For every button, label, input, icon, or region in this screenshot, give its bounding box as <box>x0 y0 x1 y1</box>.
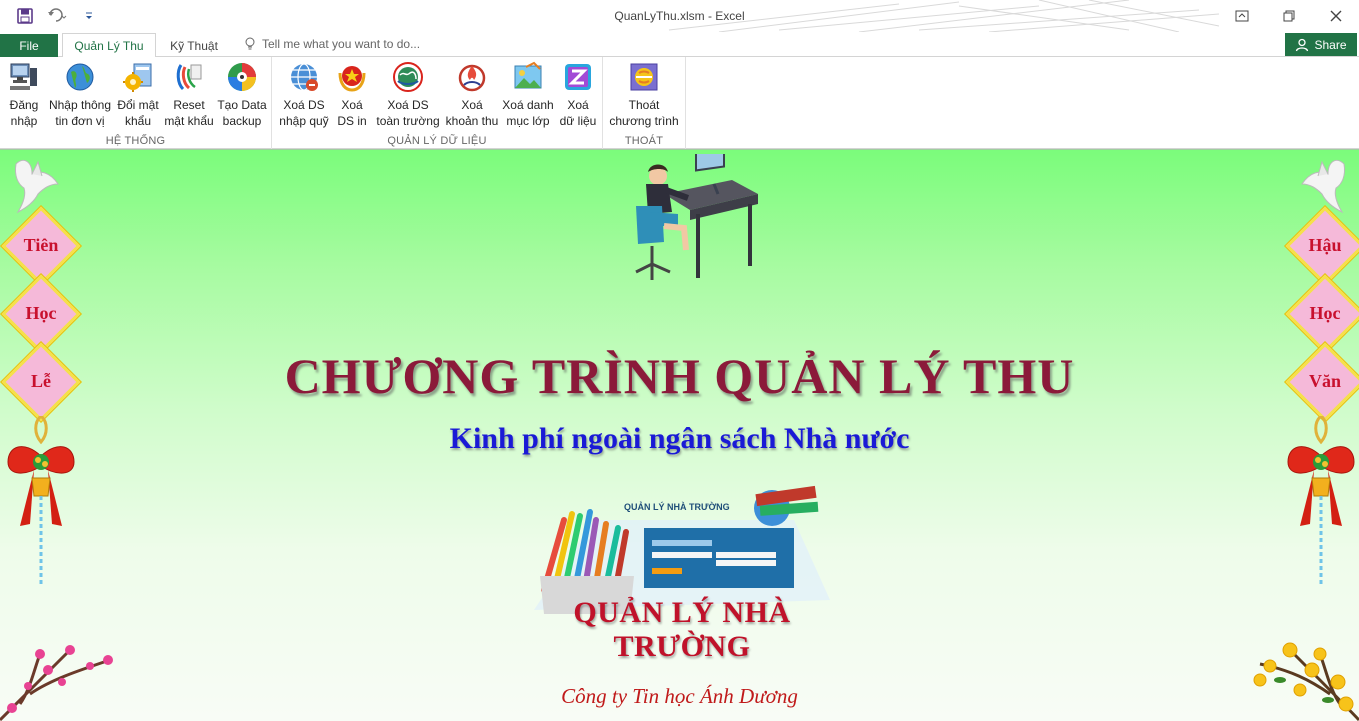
tab-ky-thuat[interactable]: Kỹ Thuật <box>160 33 228 58</box>
couplet-left-2: Học <box>25 303 57 323</box>
ribbon: Đăng nhập Nhập thông tin đơn vị Đổi mật khẩ… <box>0 57 1359 149</box>
xoa-ds-nhap-quy-button[interactable]: Xoá DS nhập quỹ <box>276 61 332 129</box>
person-at-computer-illustration <box>635 154 758 280</box>
dang-nhap-label: Đăng nhập <box>9 98 39 128</box>
z-letter-icon <box>562 61 594 93</box>
xoa-ds-in-button[interactable]: Xoá DS in <box>332 61 372 129</box>
computer-login-icon <box>8 61 40 93</box>
reset-mat-khau-button[interactable]: Reset mật khẩu <box>162 61 216 129</box>
emblem-icon <box>336 61 368 93</box>
group-label-he-thong: HỆ THỐNG <box>105 135 166 147</box>
window-controls <box>1218 0 1359 32</box>
thoat-chuong-trinh-button[interactable]: Thoát chương trình <box>607 61 681 129</box>
ribbon-display-options-icon[interactable] <box>1218 0 1265 32</box>
xoa-ds-in-label: Xoá DS in <box>337 98 367 128</box>
tab-file[interactable]: File <box>0 34 58 57</box>
tao-data-backup-button[interactable]: Tạo Data backup <box>216 61 268 129</box>
dang-nhap-button[interactable]: Đăng nhập <box>4 61 44 129</box>
group-thoat: Thoát chương trình THOÁT <box>603 57 686 149</box>
world-emblem-icon <box>392 61 424 93</box>
couplet-right-1: Hậu <box>1308 235 1342 255</box>
xoa-ds-toan-truong-label: Xoá DS toàn trường <box>376 98 440 128</box>
person-icon <box>1296 38 1309 51</box>
globe-icon <box>64 61 96 93</box>
window-title: QuanLyThu.xlsm - Excel <box>614 9 745 23</box>
share-label: Share <box>1314 37 1347 52</box>
dove-icon <box>15 159 59 214</box>
group-quan-ly-du-lieu: Xoá DS nhập quỹ Xoá DS in Xoá DS toàn trườn… <box>272 57 603 149</box>
close-icon[interactable] <box>1312 0 1359 32</box>
xoa-danh-muc-lop-button[interactable]: Xoá danh mục lớp <box>500 61 556 129</box>
title-bar: QuanLyThu.xlsm - Excel <box>0 0 1359 32</box>
disc-backup-icon <box>226 61 258 93</box>
thoat-chuong-trinh-label: Thoát chương trình <box>609 98 679 128</box>
group-label-quan-ly-du-lieu: QUẢN LÝ DỮ LIỆU <box>387 135 487 147</box>
xoa-du-lieu-button[interactable]: Xoá dữ liệu <box>556 61 600 129</box>
doi-mat-khau-label: Đổi mật khẩu <box>117 98 159 128</box>
tao-data-backup-label: Tạo Data backup <box>217 98 267 128</box>
xoa-du-lieu-label: Xoá dữ liệu <box>559 98 597 128</box>
reset-icon <box>173 61 205 93</box>
xoa-danh-muc-lop-label: Xoá danh mục lớp <box>502 98 554 128</box>
svg-text:QUẢN LÝ NHÀ TRƯỜNG: QUẢN LÝ NHÀ TRƯỜNG <box>624 501 730 512</box>
tab-quan-ly-thu[interactable]: Quản Lý Thu <box>62 33 156 58</box>
nhap-thong-tin-label: Nhập thông tin đơn vị <box>48 98 112 128</box>
ribbon-tabs: File Quản Lý Thu Kỹ Thuật Tell me what y… <box>0 32 1359 58</box>
restore-window-icon[interactable] <box>1265 0 1312 32</box>
xoa-khoan-thu-button[interactable]: Xoá khoản thu <box>444 61 500 129</box>
reset-mat-khau-label: Reset mật khẩu <box>164 98 214 128</box>
xoa-ds-nhap-quy-label: Xoá DS nhập quỹ <box>279 98 329 128</box>
password-change-icon <box>122 61 154 93</box>
tell-me-placeholder: Tell me what you want to do... <box>262 37 421 51</box>
group-he-thong: Đăng nhập Nhập thông tin đơn vị Đổi mật khẩ… <box>0 57 272 149</box>
doi-mat-khau-button[interactable]: Đổi mật khẩu <box>114 61 162 129</box>
couplet-left-1: Tiên <box>23 235 59 255</box>
lightbulb-icon <box>245 37 255 50</box>
banner-text: QUẢN LÝ NHÀ TRƯỜNG <box>573 596 791 663</box>
share-button[interactable]: Share <box>1285 33 1357 56</box>
main-title: CHƯƠNG TRÌNH QUẢN LÝ THU <box>284 348 1075 404</box>
sub-title: Kinh phí ngoài ngân sách Nhà nước <box>449 422 910 455</box>
picture-icon <box>512 61 544 93</box>
globe-network-icon <box>288 61 320 93</box>
xoa-ds-toan-truong-button[interactable]: Xoá DS toàn trường <box>372 61 444 129</box>
flame-emblem-icon <box>456 61 488 93</box>
exit-icon <box>628 61 660 93</box>
welcome-sheet: Tiên Học Lễ Hậu Học Văn CHƯƠNG TRÌNH QUẢ… <box>0 149 1359 721</box>
xoa-khoan-thu-label: Xoá khoản thu <box>445 98 499 128</box>
company-name: Công ty Tin học Ánh Dương <box>561 684 798 708</box>
couplet-right-2: Học <box>1309 303 1341 323</box>
nhap-thong-tin-button[interactable]: Nhập thông tin đơn vị <box>46 61 114 129</box>
tell-me-search[interactable]: Tell me what you want to do... <box>244 37 420 51</box>
group-label-thoat: THOÁT <box>624 135 664 147</box>
